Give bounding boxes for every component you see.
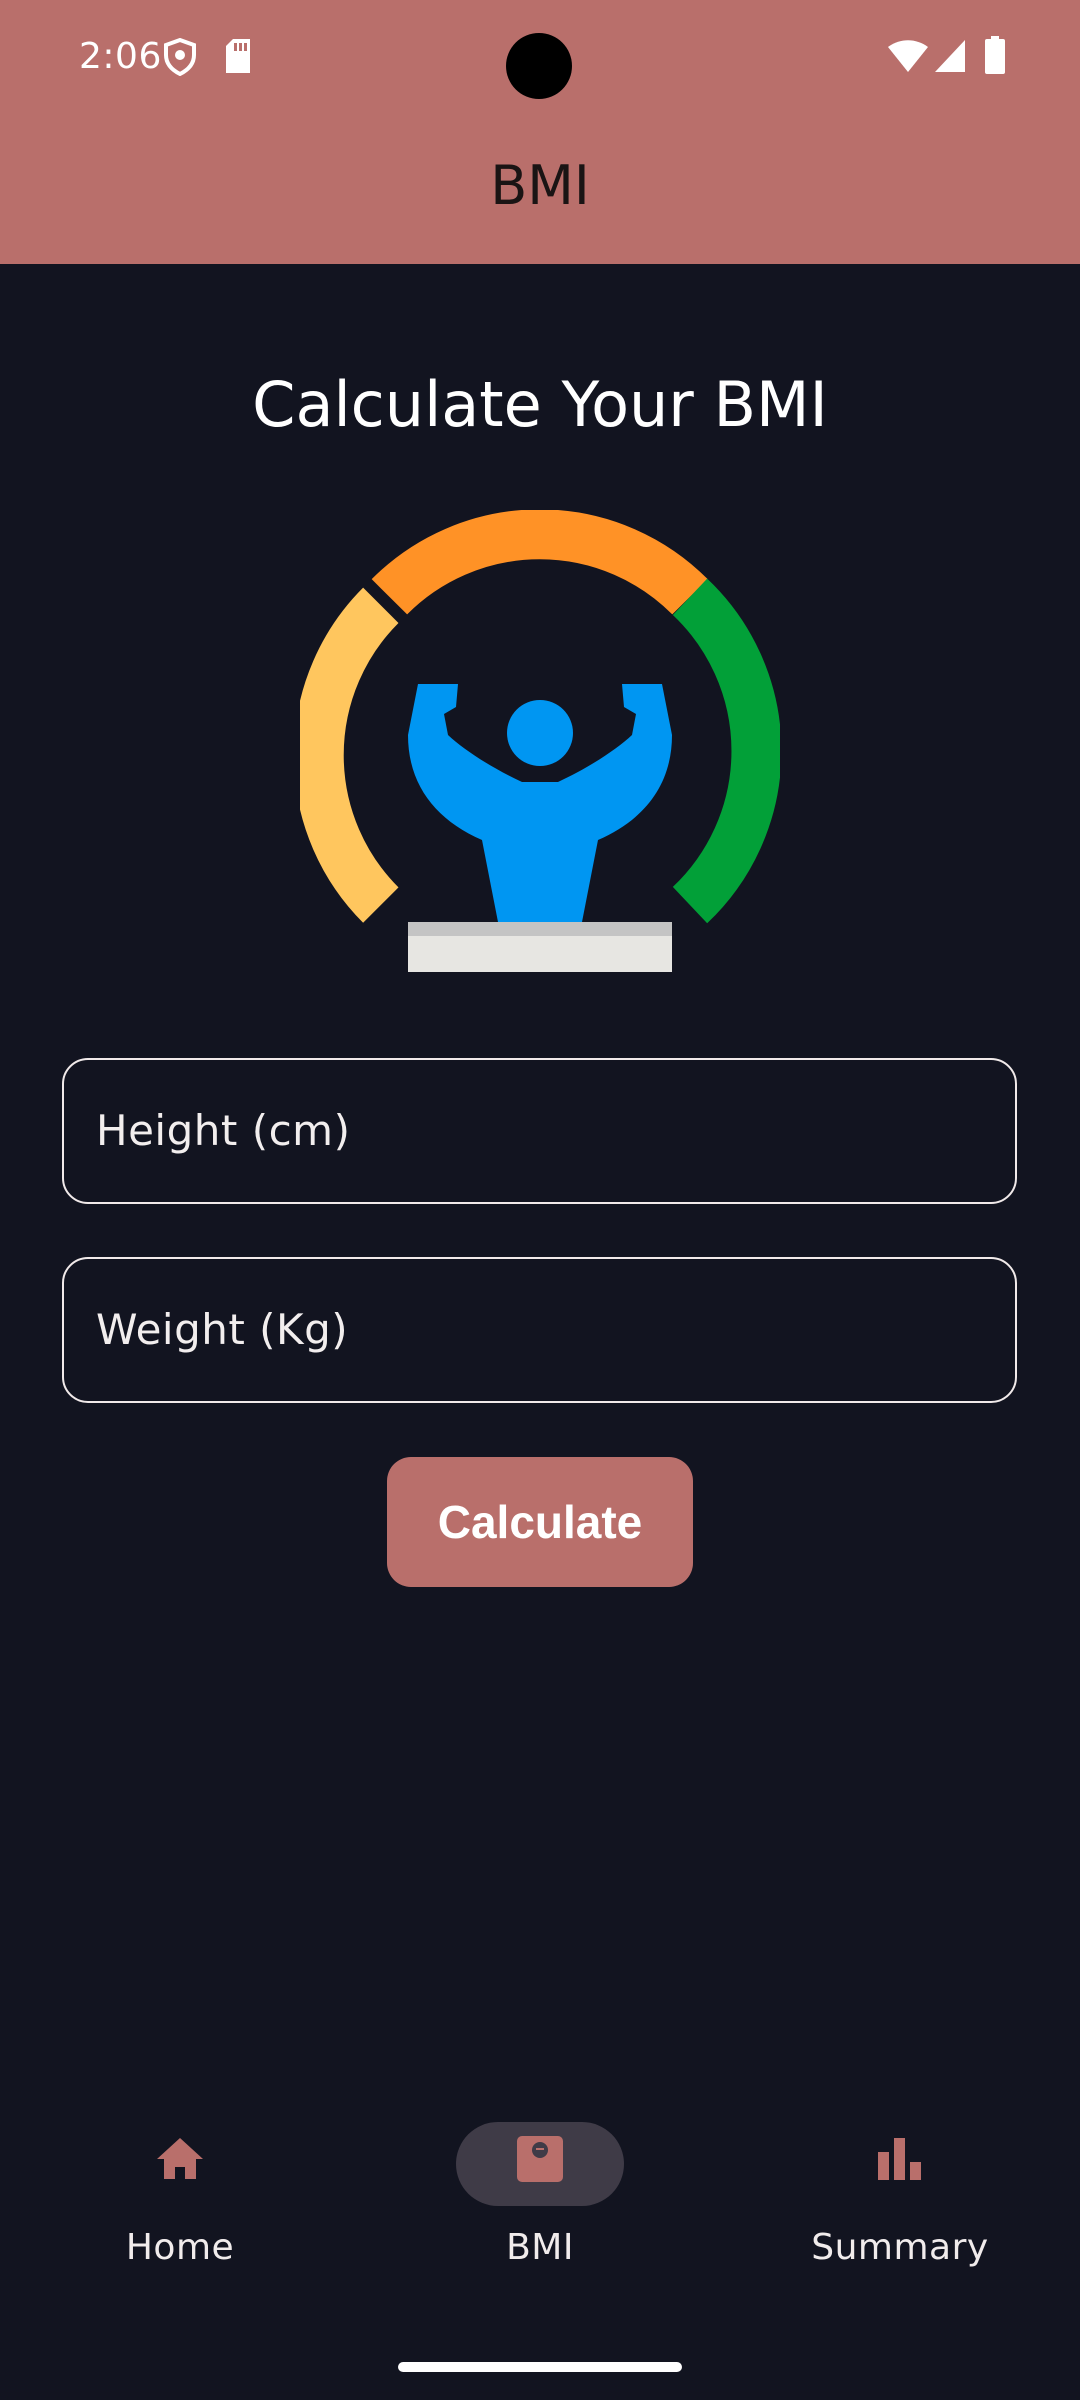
home-icon bbox=[155, 2134, 205, 2184]
weight-field-label: Weight (Kg) bbox=[96, 1305, 349, 1354]
scale-icon bbox=[515, 2134, 565, 2184]
calculate-button[interactable]: Calculate bbox=[387, 1457, 693, 1587]
shield-icon bbox=[163, 37, 197, 80]
nav-item-bmi[interactable]: BMI bbox=[360, 2112, 720, 2272]
gauge-orange-segment bbox=[371, 509, 708, 615]
height-field[interactable]: Height (cm) bbox=[62, 1058, 1017, 1204]
nav-item-home[interactable]: Home bbox=[0, 2112, 360, 2272]
gauge-yellow-segment bbox=[293, 587, 399, 923]
nav-label-summary: Summary bbox=[811, 2227, 989, 2268]
bmi-gauge-strongman-icon bbox=[293, 509, 782, 980]
podium-top bbox=[408, 922, 672, 938]
app-bar-title: BMI bbox=[490, 154, 590, 217]
weight-field[interactable]: Weight (Kg) bbox=[62, 1257, 1017, 1403]
nav-item-summary[interactable]: Summary bbox=[720, 2112, 1080, 2272]
status-time: 2:06 bbox=[79, 36, 162, 77]
app-bar: 2:06 BMI bbox=[0, 0, 1080, 264]
sd-card-icon bbox=[224, 38, 252, 78]
gauge-green-segment bbox=[672, 578, 782, 924]
home-indicator[interactable] bbox=[398, 2362, 682, 2372]
battery-icon bbox=[985, 36, 1005, 78]
podium-base bbox=[408, 936, 672, 972]
cellular-signal-icon bbox=[935, 40, 965, 76]
bar-chart-icon bbox=[875, 2134, 925, 2184]
height-field-label: Height (cm) bbox=[96, 1106, 351, 1155]
camera-cutout bbox=[506, 33, 572, 99]
page-title: Calculate Your BMI bbox=[252, 368, 828, 441]
nav-label-bmi: BMI bbox=[506, 2227, 574, 2268]
calculate-button-label: Calculate bbox=[437, 1496, 643, 1548]
nav-label-home: Home bbox=[125, 2227, 235, 2268]
strongman-figure bbox=[408, 684, 672, 922]
bmi-screen: 2:06 BMI Calculate Your BMI Height (cm) … bbox=[0, 0, 1080, 2400]
wifi-icon bbox=[888, 40, 928, 76]
